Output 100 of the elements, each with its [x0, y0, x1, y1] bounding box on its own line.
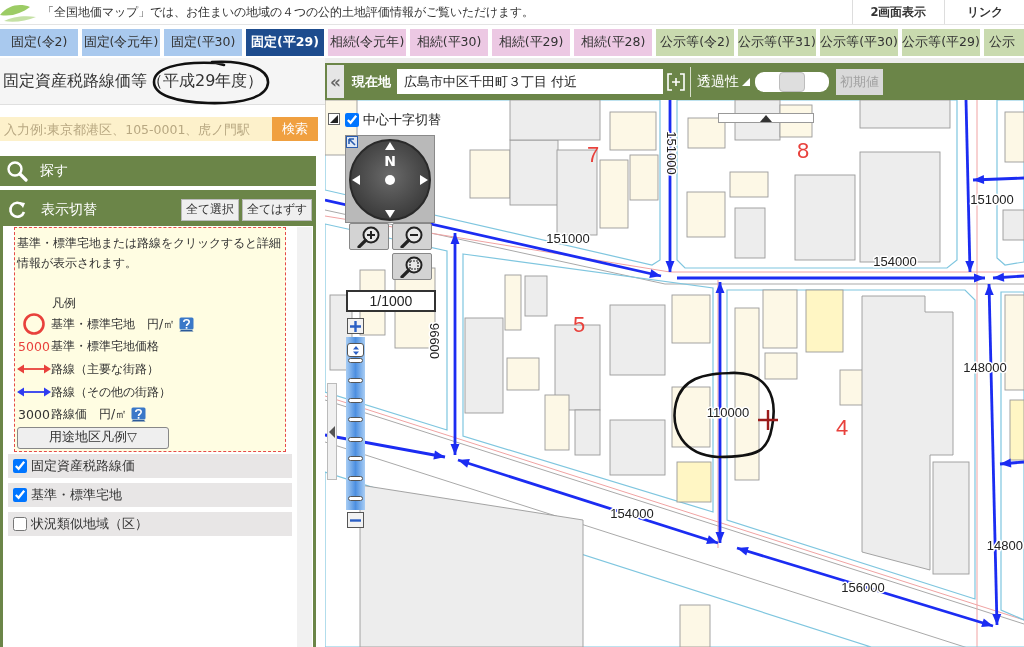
layer-label: 状況類似地域（区）	[31, 514, 148, 533]
route-arrow[interactable]	[457, 458, 719, 545]
tab[interactable]: 公示等(平31)	[738, 29, 816, 56]
zoom-out-button[interactable]	[392, 223, 432, 250]
help-icon[interactable]	[131, 407, 147, 423]
refresh-icon[interactable]	[7, 199, 27, 220]
tab[interactable]: 相続(平29)	[492, 29, 570, 56]
arrow-right-icon[interactable]	[420, 175, 428, 185]
building	[764, 352, 798, 380]
layer-checkbox[interactable]	[13, 487, 27, 502]
building	[609, 111, 657, 151]
crosshair-toggle-label: 中心十字切替	[363, 111, 441, 129]
block-number: 7	[586, 142, 600, 167]
building	[729, 171, 769, 198]
tab[interactable]: 公示等(令2)	[656, 29, 734, 56]
layer-checkbox[interactable]	[13, 516, 27, 531]
legend-label: 路線（その他の街路）	[51, 383, 171, 401]
arrow-up-icon[interactable]	[385, 142, 395, 150]
location-field[interactable]: 広島市中区千田町３丁目 付近	[397, 69, 663, 94]
search-field[interactable]: 入力例:東京都港区、105-0001、虎ノ門駅	[0, 117, 272, 141]
triangle-left-icon	[329, 425, 335, 438]
zoom-in-button[interactable]	[349, 223, 389, 250]
building	[671, 294, 711, 344]
building	[762, 289, 798, 349]
building	[687, 117, 726, 149]
crosshair-checkbox[interactable]	[345, 113, 359, 127]
triangle-icon	[742, 77, 750, 86]
help-icon[interactable]	[179, 316, 195, 332]
compass-pad[interactable]: N	[345, 135, 435, 223]
building	[609, 304, 666, 376]
tab[interactable]: 相続(令元年)	[328, 29, 406, 56]
triangle-up-icon	[760, 114, 772, 122]
tab[interactable]: 公示等(平30)	[820, 29, 898, 56]
find-section-button[interactable]: 探す	[0, 156, 316, 186]
layer-checkbox[interactable]	[13, 458, 27, 473]
layer-label: 基準・標準宅地	[31, 485, 122, 504]
building	[679, 604, 711, 647]
zoom-out-icon	[400, 225, 424, 248]
route-price: 151000	[546, 231, 590, 246]
diagonal-square-icon[interactable]	[328, 113, 340, 125]
notice-text: 「全国地価マップ」では、お住まいの地域の４つの公的土地評価情報がご覧いただけます。	[42, 4, 535, 20]
header-button[interactable]: 全てはずす	[242, 198, 312, 221]
panel-title: 固定資産税路線価等（平成29年度）	[3, 70, 264, 90]
center-dot-icon[interactable]	[385, 175, 395, 185]
route-arrow[interactable]	[665, 100, 675, 272]
arrow-down-icon[interactable]	[385, 210, 395, 218]
header-button[interactable]: 全て選択	[181, 198, 239, 221]
tab[interactable]: 公示	[984, 29, 1024, 56]
up-down-arrow-icon	[352, 345, 359, 355]
zoom-slider-thumb[interactable]	[347, 343, 364, 358]
zoning-legend-button[interactable]: 用途地区凡例▽	[17, 426, 169, 449]
route-arrow[interactable]	[677, 273, 985, 283]
building	[676, 461, 712, 503]
building	[524, 275, 548, 317]
search-icon	[6, 160, 28, 182]
tab[interactable]: 公示等(平29)	[902, 29, 980, 56]
route-arrow[interactable]	[999, 458, 1024, 468]
route-arrow[interactable]	[992, 272, 1024, 282]
tab[interactable]: 相続(平28)	[574, 29, 652, 56]
zoom-out-step-button[interactable]	[347, 512, 364, 528]
side-tab-button[interactable]	[327, 383, 337, 480]
section-title: 表示切替	[41, 200, 97, 219]
block-number: 8	[796, 138, 810, 163]
route-arrow[interactable]	[972, 175, 1024, 185]
tab[interactable]: 固定(平29)	[246, 29, 324, 56]
zoom-slider-track[interactable]	[346, 337, 365, 510]
block-number: 5	[572, 312, 586, 337]
diagonal-arrow-icon[interactable]	[346, 136, 358, 148]
legend-title: 凡例	[51, 294, 77, 312]
building	[686, 191, 726, 238]
plus-icon	[350, 320, 361, 332]
route-arrow[interactable]	[450, 233, 460, 455]
collapse-handle[interactable]	[718, 113, 814, 123]
minus-icon	[350, 518, 361, 522]
route-price: 151000	[664, 131, 679, 175]
tab[interactable]: 固定(平30)	[164, 29, 242, 56]
block-number: 4	[835, 415, 849, 440]
building	[506, 357, 540, 391]
building	[1009, 399, 1024, 461]
collapse-button[interactable]: «	[327, 65, 344, 98]
legend-sample: 5000	[18, 339, 50, 355]
slider-thumb[interactable]	[779, 71, 805, 92]
zoom-area-icon	[400, 255, 424, 278]
crosshair-icon[interactable]	[667, 72, 685, 91]
tab[interactable]: 相続(平30)	[410, 29, 488, 56]
zoom-in-step-button[interactable]	[347, 318, 364, 334]
legend-sample: 3000	[18, 407, 50, 423]
zoom-area-button[interactable]	[392, 253, 432, 280]
route-price: 96600	[427, 322, 442, 360]
tab[interactable]: 固定(令元年)	[82, 29, 160, 56]
layer-label: 固定資産税路線価	[31, 456, 135, 475]
info-text: 基準・標準宅地または路線をクリックすると詳細情報が表示されます。	[17, 234, 282, 272]
scale-display: 1/1000	[346, 290, 436, 312]
legend-label: 基準・標準宅地価格	[51, 338, 159, 356]
location-label: 現在地	[352, 72, 391, 91]
arrow-left-icon[interactable]	[352, 175, 360, 185]
building	[469, 149, 511, 199]
tab[interactable]: 固定(令2)	[0, 29, 78, 56]
route-arrow[interactable]	[325, 433, 446, 460]
transparency-slider[interactable]	[755, 71, 829, 92]
